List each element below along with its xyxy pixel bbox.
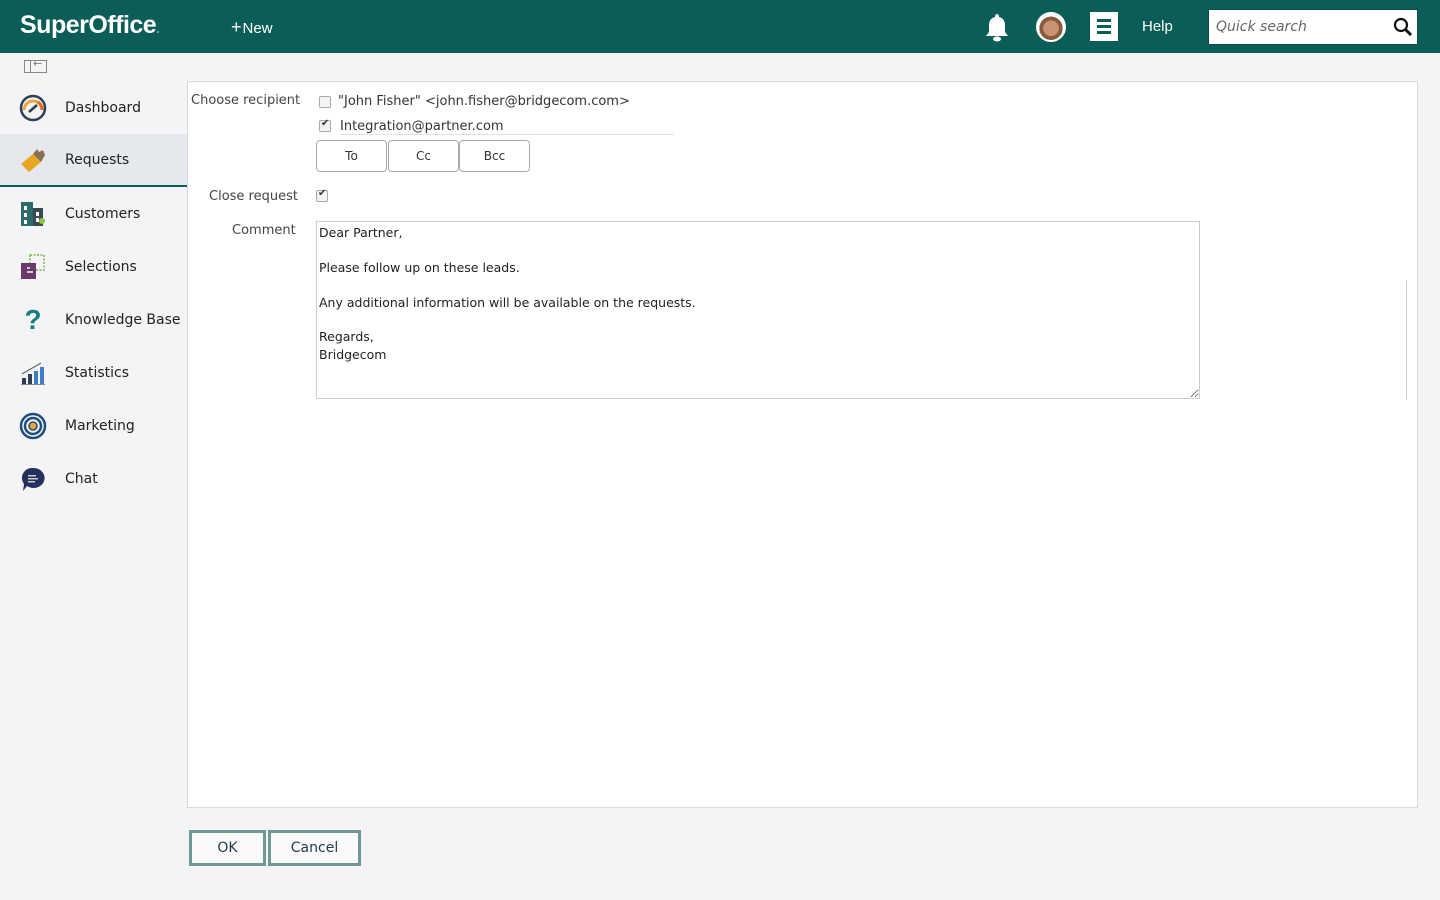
close-request-checkbox[interactable] [316,188,328,202]
recipient-john-fisher: "John Fisher" <john.fisher@bridgecom.com… [338,94,630,109]
avatar[interactable] [1036,12,1066,42]
bell-icon[interactable] [984,12,1010,42]
cc-button[interactable]: Cc [388,140,459,172]
sidebar-item-chat[interactable]: Chat [0,452,187,505]
quick-search-input[interactable] [1209,10,1384,44]
superoffice-logo[interactable]: SuperOffice. [20,11,160,40]
chat-bubble-icon [19,465,47,493]
question-icon: ? [24,303,42,335]
sidebar-item-statistics[interactable]: Statistics [0,346,187,399]
recipient-divider [341,134,674,135]
sidebar-item-selections[interactable]: Selections [0,240,187,293]
choose-recipient-label: Choose recipient [191,93,301,108]
dashboard-gauge-icon [19,94,47,122]
menu-button[interactable] [1090,12,1118,41]
quick-search [1208,9,1418,45]
bar-chart-icon [19,359,47,387]
arrow-left-icon: ← [33,57,43,70]
ok-button[interactable]: OK [189,830,266,866]
sidebar: Dashboard Requests Customers Selections … [0,81,187,505]
recipient-integration: Integration@partner.com [340,119,504,134]
target-icon [19,412,47,440]
send-request-form: Choose recipient "John Fisher" <john.fis… [187,81,1418,808]
help-link[interactable]: Help [1142,18,1173,35]
collapse-sidebar-button[interactable]: ← [24,57,47,73]
recipient-checkbox-john-fisher[interactable] [319,96,331,108]
top-bar: SuperOffice. +New Help [0,0,1440,53]
search-icon[interactable] [1393,17,1413,37]
sidebar-item-dashboard[interactable]: Dashboard [0,81,187,134]
new-button[interactable]: +New [231,17,273,38]
selection-icon [19,253,47,281]
sidebar-item-knowledge-base[interactable]: ? Knowledge Base [0,293,187,346]
close-request-label: Close request [209,189,298,204]
sidebar-item-marketing[interactable]: Marketing [0,399,187,452]
buildings-icon [19,200,47,228]
sidebar-item-customers[interactable]: Customers [0,187,187,240]
bcc-button[interactable]: Bcc [459,140,530,172]
ticket-icon [19,146,47,174]
to-button[interactable]: To [316,140,387,172]
panel-scrollbar[interactable] [1406,280,1407,400]
plus-icon: + [231,17,242,37]
comment-textarea[interactable] [316,221,1200,399]
recipient-checkbox-integration[interactable] [319,118,331,132]
comment-label: Comment [232,223,296,238]
cancel-button[interactable]: Cancel [268,830,361,866]
sidebar-item-requests[interactable]: Requests [0,134,187,187]
